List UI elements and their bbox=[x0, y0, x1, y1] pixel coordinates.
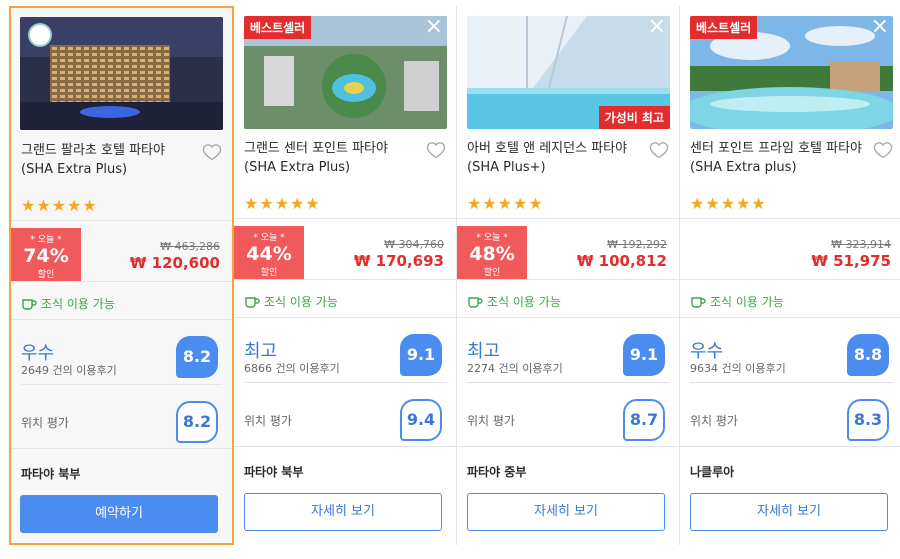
promo-badge: * 오늘 * 48% 할인 bbox=[457, 226, 527, 280]
location-label: 위치 평가 bbox=[244, 414, 292, 428]
heart-icon[interactable] bbox=[426, 140, 446, 160]
divider bbox=[457, 446, 679, 447]
divider bbox=[11, 448, 232, 449]
location-score: 8.3 bbox=[847, 399, 889, 441]
divider bbox=[234, 446, 456, 447]
bestseller-badge: 베스트셀러 bbox=[244, 16, 312, 39]
hotel-card[interactable]: 그랜드 팔라초 호텔 파타야 (SHA Extra Plus) ★★★★★ * … bbox=[9, 6, 234, 545]
review-count[interactable]: 2274 건의 이용후기 bbox=[467, 360, 563, 376]
location-label: 위치 평가 bbox=[21, 416, 69, 430]
coffee-cup-icon bbox=[468, 296, 483, 308]
star-rating: ★★★★★ bbox=[244, 194, 321, 213]
promo-badge: * 오늘 * 74% 할인 bbox=[11, 228, 81, 282]
close-icon[interactable]: × bbox=[648, 16, 666, 38]
sha-logo bbox=[28, 23, 52, 47]
breakfast-info: 조식 이용 가능 bbox=[690, 293, 784, 310]
hotel-card-row: 그랜드 팔라초 호텔 파타야 (SHA Extra Plus) ★★★★★ * … bbox=[0, 0, 900, 559]
location-score: 9.4 bbox=[400, 399, 442, 441]
original-price: ₩ 192,292 bbox=[607, 238, 667, 251]
hotel-photo[interactable]: 베스트셀러 × bbox=[244, 16, 447, 129]
review-score: 8.2 bbox=[176, 336, 218, 378]
breakfast-info: 조식 이용 가능 bbox=[467, 293, 561, 310]
review-score: 9.1 bbox=[623, 334, 665, 376]
best-value-badge: 가성비 최고 bbox=[598, 106, 670, 129]
hotel-photo[interactable]: 베스트셀러 × bbox=[690, 16, 893, 129]
location-score: 8.7 bbox=[623, 399, 665, 441]
location-score: 8.2 bbox=[176, 401, 218, 443]
review-count[interactable]: 2649 건의 이용후기 bbox=[21, 362, 117, 378]
sale-price: ₩ 100,812 bbox=[576, 252, 667, 270]
close-icon[interactable]: × bbox=[871, 16, 889, 38]
star-rating: ★★★★★ bbox=[21, 196, 98, 215]
details-button[interactable]: 자세히 보기 bbox=[467, 493, 665, 531]
star-rating: ★★★★★ bbox=[690, 194, 767, 213]
hotel-photo[interactable]: 가성비 최고 × bbox=[467, 16, 670, 129]
original-price: ₩ 304,760 bbox=[384, 238, 444, 251]
hotel-name[interactable]: 그랜드 센터 포인트 파타야 (SHA Extra Plus) bbox=[244, 139, 424, 177]
review-count[interactable]: 9634 건의 이용후기 bbox=[690, 360, 786, 376]
divider bbox=[234, 317, 456, 318]
review-score: 8.8 bbox=[847, 334, 889, 376]
heart-icon[interactable] bbox=[202, 142, 222, 162]
area-name: 파타야 북부 bbox=[244, 465, 304, 479]
original-price: ₩ 323,914 bbox=[831, 238, 891, 251]
original-price: ₩ 463,286 bbox=[160, 240, 220, 253]
star-rating: ★★★★★ bbox=[467, 194, 544, 213]
divider bbox=[244, 382, 446, 383]
details-button[interactable]: 자세히 보기 bbox=[690, 493, 888, 531]
location-label: 위치 평가 bbox=[690, 414, 738, 428]
heart-icon[interactable] bbox=[649, 140, 669, 160]
divider bbox=[11, 319, 232, 320]
location-label: 위치 평가 bbox=[467, 414, 515, 428]
sale-price: ₩ 120,600 bbox=[129, 254, 220, 272]
hotel-name[interactable]: 아버 호텔 앤 레지던스 파타야 (SHA Plus+) bbox=[467, 139, 647, 177]
details-button[interactable]: 자세히 보기 bbox=[244, 493, 442, 531]
breakfast-info: 조식 이용 가능 bbox=[244, 293, 338, 310]
sale-price: ₩ 170,693 bbox=[353, 252, 444, 270]
hotel-card[interactable]: 베스트셀러 × 그랜드 센터 포인트 파타야 (SHA Extra Plus) … bbox=[234, 6, 457, 545]
hotel-card[interactable]: 베스트셀러 × 센터 포인트 프라임 호텔 파타야 (SHA Extra plu… bbox=[680, 6, 900, 545]
divider bbox=[680, 446, 900, 447]
divider bbox=[680, 279, 900, 280]
divider bbox=[467, 382, 669, 383]
coffee-cup-icon bbox=[22, 298, 37, 310]
review-score: 9.1 bbox=[400, 334, 442, 376]
divider bbox=[457, 317, 679, 318]
divider bbox=[457, 218, 679, 219]
promo-badge: * 오늘 * 44% 할인 bbox=[234, 226, 304, 280]
close-icon[interactable]: × bbox=[425, 16, 443, 38]
book-button[interactable]: 예약하기 bbox=[20, 495, 218, 533]
area-name: 파타야 중부 bbox=[467, 465, 527, 479]
divider bbox=[690, 382, 893, 383]
coffee-cup-icon bbox=[245, 296, 260, 308]
hotel-photo[interactable] bbox=[20, 17, 223, 130]
hotel-name[interactable]: 그랜드 팔라초 호텔 파타야 (SHA Extra Plus) bbox=[21, 141, 201, 179]
area-name: 나클루아 bbox=[690, 465, 735, 479]
divider bbox=[680, 218, 900, 219]
review-count[interactable]: 6866 건의 이용후기 bbox=[244, 360, 340, 376]
divider bbox=[234, 279, 456, 280]
divider bbox=[11, 220, 232, 221]
bestseller-badge: 베스트셀러 bbox=[690, 16, 758, 39]
hotel-name[interactable]: 센터 포인트 프라임 호텔 파타야 (SHA Extra plus) bbox=[690, 139, 870, 177]
sale-price: ₩ 51,975 bbox=[811, 252, 891, 270]
heart-icon[interactable] bbox=[873, 140, 893, 160]
breakfast-info: 조식 이용 가능 bbox=[21, 295, 115, 312]
coffee-cup-icon bbox=[691, 296, 706, 308]
divider bbox=[21, 384, 222, 385]
divider bbox=[11, 281, 232, 282]
area-name: 파타야 북부 bbox=[21, 467, 81, 481]
divider bbox=[234, 218, 456, 219]
hotel-card[interactable]: 가성비 최고 × 아버 호텔 앤 레지던스 파타야 (SHA Plus+) ★★… bbox=[457, 6, 680, 545]
divider bbox=[457, 279, 679, 280]
divider bbox=[680, 317, 900, 318]
